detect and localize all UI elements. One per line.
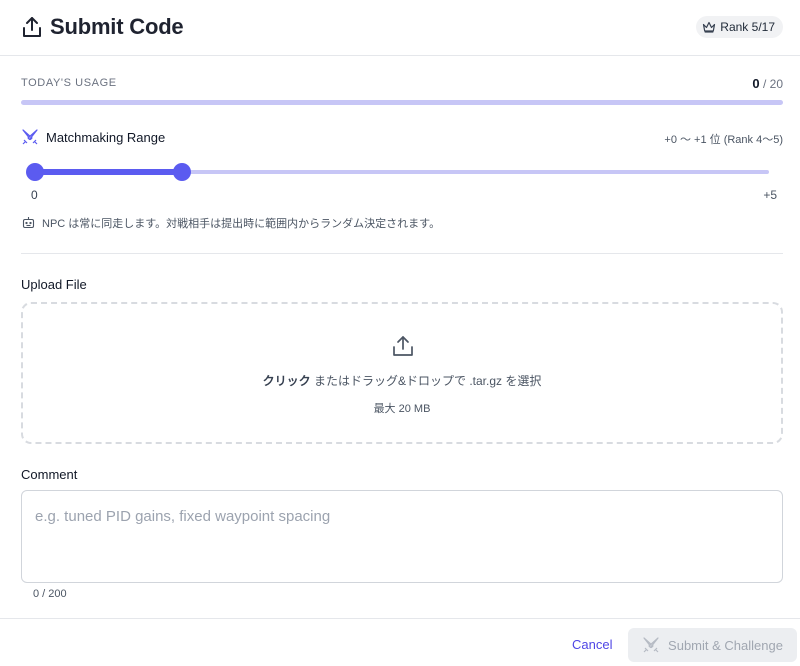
- submit-challenge-button[interactable]: Submit & Challenge: [628, 628, 797, 662]
- dropzone-prompt: クリック またはドラッグ&ドロップで .tar.gz を選択: [23, 372, 781, 389]
- dropzone-max-size: 最大 20 MB: [373, 403, 431, 415]
- matchmaking-range-text: +0 〜 +1 位 (Rank 4〜5): [664, 134, 783, 146]
- slider-thumb-min[interactable]: [26, 163, 44, 181]
- slider-max-label: +5: [763, 188, 777, 202]
- page-title: Submit Code: [50, 14, 184, 39]
- upload-icon: [23, 17, 41, 37]
- comment-label: Comment: [21, 467, 78, 482]
- usage-current: 0: [752, 76, 760, 91]
- matchmaking-label: Matchmaking Range: [46, 130, 166, 145]
- usage-separator: /: [762, 77, 767, 91]
- usage-max: 20: [769, 77, 783, 91]
- comment-input[interactable]: [21, 490, 783, 583]
- npc-note: NPC は常に同走します。対戦相手は提出時に範囲内からランダム決定されます。: [42, 218, 441, 230]
- rank-badge: Rank 5/17: [696, 16, 783, 38]
- rank-badge-label: Rank 5/17: [720, 20, 775, 34]
- upload-file-label: Upload File: [21, 277, 87, 292]
- crossed-swords-icon: [22, 129, 38, 145]
- dropzone-prompt-click: クリック: [262, 374, 311, 388]
- dialog-header: Submit Code Rank 5/17: [0, 0, 800, 56]
- submit-button-label: Submit & Challenge: [668, 637, 783, 653]
- slider-min-label: 0: [31, 188, 38, 202]
- comment-char-count: 0 / 200: [33, 588, 67, 600]
- usage-count: 0 / 20: [752, 76, 783, 91]
- dropzone-prompt-rest: またはドラッグ&ドロップで .tar.gz を選択: [310, 374, 542, 388]
- robot-icon: [22, 217, 35, 229]
- usage-label: TODAY'S USAGE: [21, 77, 117, 89]
- file-dropzone[interactable]: クリック またはドラッグ&ドロップで .tar.gz を選択 最大 20 MB: [21, 302, 783, 444]
- matchmaking-range-slider[interactable]: [26, 163, 769, 181]
- dialog-footer: Cancel Submit & Challenge: [0, 618, 800, 666]
- submit-code-dialog: Submit Code Rank 5/17 TODAY'S USAGE 0 / …: [0, 0, 800, 665]
- crossed-swords-icon: [643, 637, 659, 653]
- slider-thumb-max[interactable]: [173, 163, 191, 181]
- usage-progress-bar: [21, 100, 783, 105]
- cancel-button[interactable]: Cancel: [566, 631, 618, 657]
- slider-active-range: [35, 169, 182, 175]
- upload-icon: [393, 336, 413, 356]
- divider: [21, 253, 783, 254]
- crown-icon: [703, 21, 716, 33]
